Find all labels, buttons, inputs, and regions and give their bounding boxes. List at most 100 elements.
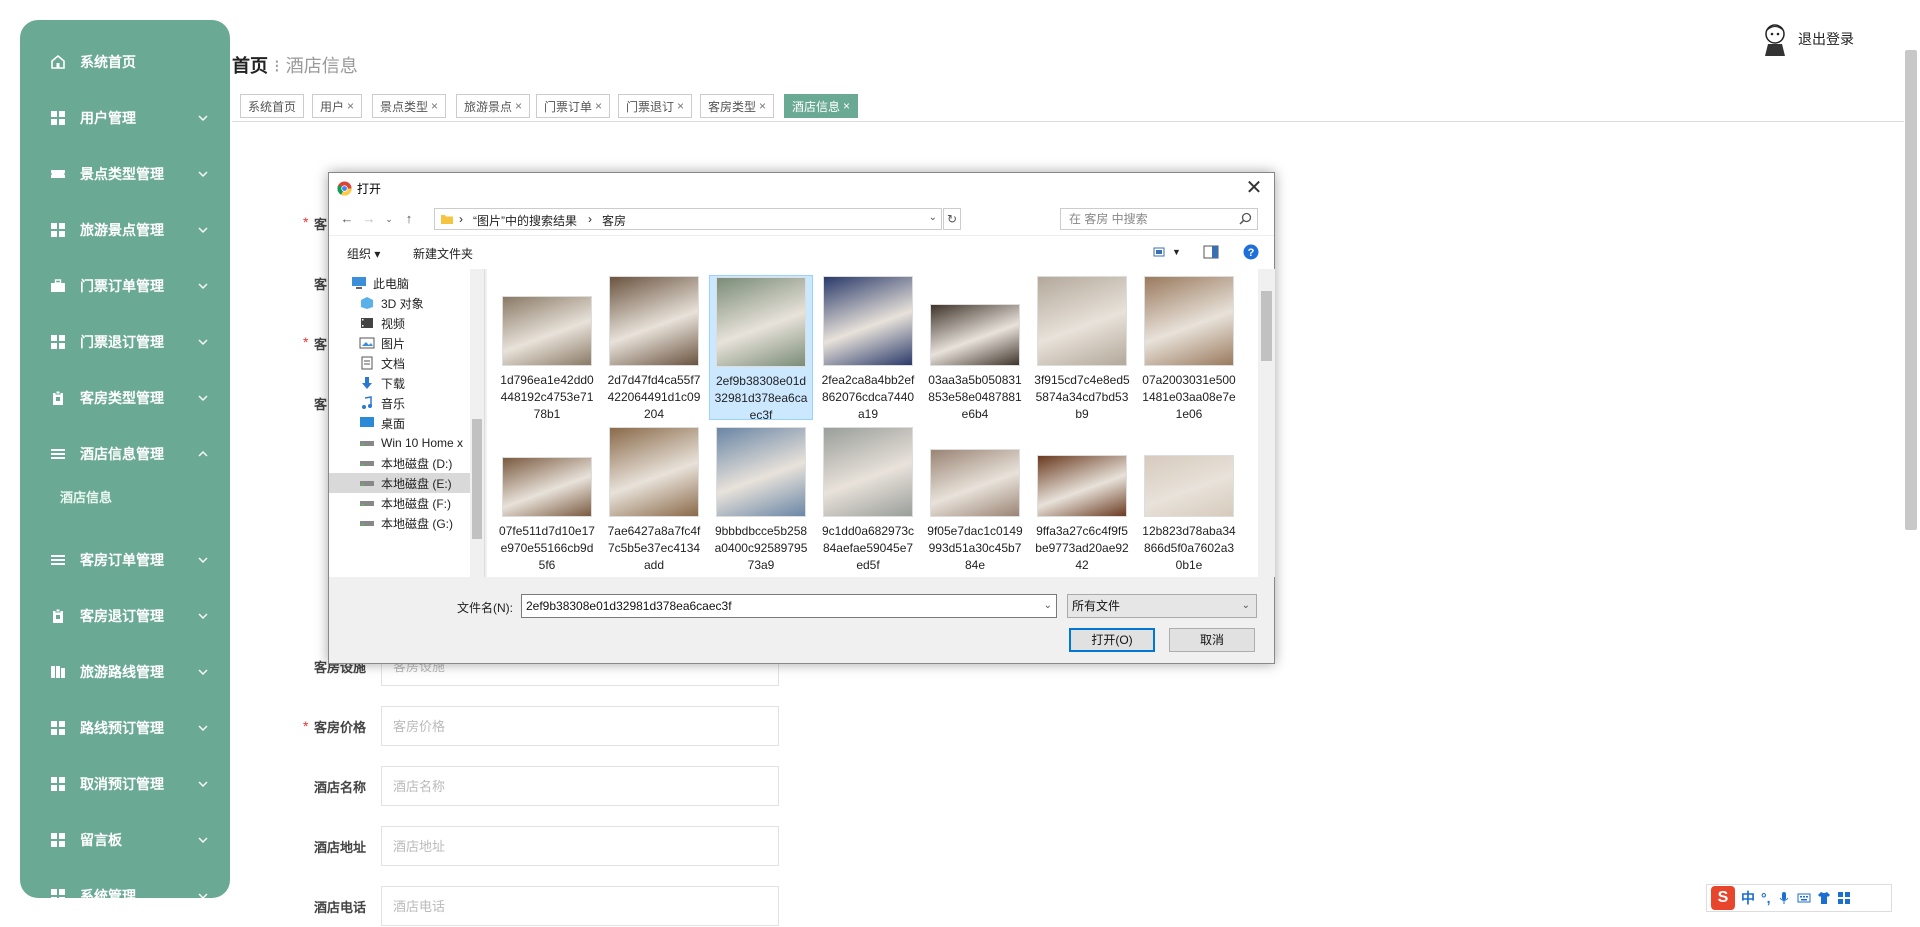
sidebar-item-5[interactable]: 门票退订管理: [20, 322, 230, 362]
close-icon[interactable]: ×: [843, 99, 850, 113]
tab-1[interactable]: 用户 ×: [312, 94, 363, 118]
nav-scroll-thumb[interactable]: [472, 419, 482, 539]
nav-item[interactable]: 音乐: [329, 393, 470, 413]
nav-item[interactable]: 文档: [329, 353, 470, 373]
sidebar-item-14[interactable]: 系统管理: [20, 876, 230, 898]
nav-item[interactable]: 图片: [329, 333, 470, 353]
file-item[interactable]: 2fea2ca8a4bb2ef862076cdca7440a19: [816, 275, 920, 421]
sidebar-item-2[interactable]: 景点类型管理: [20, 154, 230, 194]
logout-button[interactable]: 退出登录: [1798, 29, 1854, 49]
address-bar[interactable]: › “图片”中的搜索结果 › 客房 ⌄: [434, 208, 942, 230]
sidebar-subitem-hotel-info[interactable]: 酒店信息: [20, 476, 230, 516]
sidebar-item-6[interactable]: 客房类型管理: [20, 378, 230, 418]
sidebar-item-13[interactable]: 留言板: [20, 820, 230, 860]
organize-button[interactable]: 组织 ▾: [347, 245, 380, 262]
nav-item[interactable]: 本地磁盘 (E:): [329, 473, 470, 493]
close-icon[interactable]: ×: [677, 99, 684, 113]
nav-item[interactable]: 本地磁盘 (D:): [329, 453, 470, 473]
page-scrollbar[interactable]: [1905, 50, 1917, 530]
file-item[interactable]: 9bbbdbcce5b258a0400c9258979573a9: [709, 426, 813, 572]
forward-icon[interactable]: →: [360, 211, 378, 226]
recent-dropdown-icon[interactable]: ⌄: [380, 214, 398, 225]
refresh-icon[interactable]: ↻: [943, 208, 961, 230]
file-item[interactable]: 9c1dd0a682973c84aefae59045e7ed5f: [816, 426, 920, 572]
sidebar-item-4[interactable]: 门票订单管理: [20, 266, 230, 306]
cancel-button[interactable]: 取消: [1169, 628, 1255, 652]
file-item[interactable]: 03aa3a5b050831853e58e0487881e6b4: [923, 275, 1027, 421]
keyboard-icon[interactable]: [1797, 891, 1811, 905]
address-segment-search[interactable]: “图片”中的搜索结果: [473, 212, 577, 229]
sidebar-item-11[interactable]: 路线预订管理: [20, 708, 230, 748]
form-input[interactable]: 酒店电话: [381, 886, 779, 926]
avatar[interactable]: [1760, 22, 1790, 56]
new-folder-button[interactable]: 新建文件夹: [413, 245, 473, 262]
file-item[interactable]: 9ffa3a27c6c4f9f5be9773ad20ae9242: [1030, 426, 1134, 572]
sidebar-item-0[interactable]: 系统首页: [20, 42, 230, 82]
address-segment-folder[interactable]: 客房: [602, 212, 626, 229]
breadcrumb-home[interactable]: 首页: [232, 56, 268, 76]
close-icon[interactable]: ✕: [1242, 175, 1266, 200]
file-scroll-thumb[interactable]: [1261, 291, 1272, 361]
file-item[interactable]: 12b823d78aba34866d5f0a7602a30b1e: [1137, 426, 1241, 572]
tab-6[interactable]: 客房类型 ×: [700, 94, 775, 118]
sidebar-item-3[interactable]: 旅游景点管理: [20, 210, 230, 250]
nav-item[interactable]: 本地磁盘 (F:): [329, 493, 470, 513]
sidebar-item-7[interactable]: 酒店信息管理: [20, 434, 230, 474]
search-input[interactable]: 在 客房 中搜索: [1060, 208, 1258, 230]
sidebar-item-9[interactable]: 客房退订管理: [20, 596, 230, 636]
file-list-scrollbar[interactable]: [1258, 269, 1275, 577]
filename-input[interactable]: 2ef9b38308e01d32981d378ea6caec3f ⌄: [521, 594, 1057, 618]
file-item[interactable]: 07a2003031e5001481e03aa08e7e1e06: [1137, 275, 1241, 421]
file-item[interactable]: 07fe511d7d10e17e970e55166cb9d5f6: [495, 426, 599, 572]
microphone-icon[interactable]: [1777, 891, 1791, 905]
nav-scrollbar[interactable]: [470, 269, 484, 577]
chevron-down-icon[interactable]: ⌄: [1044, 595, 1052, 617]
file-item[interactable]: 2ef9b38308e01d32981d378ea6caec3f: [709, 275, 813, 422]
close-icon[interactable]: ×: [595, 99, 602, 113]
skin-shirt-icon[interactable]: [1817, 891, 1831, 905]
punctuation-icon[interactable]: °,: [1761, 890, 1771, 906]
up-icon[interactable]: ↑: [400, 211, 418, 226]
sidebar-item-1[interactable]: 用户管理: [20, 98, 230, 138]
nav-item[interactable]: 下载: [329, 373, 470, 393]
close-icon[interactable]: ×: [431, 99, 438, 113]
help-icon[interactable]: ?: [1243, 244, 1259, 260]
close-icon[interactable]: ×: [515, 99, 522, 113]
tab-3[interactable]: 旅游景点 ×: [456, 94, 531, 118]
form-input[interactable]: 客房价格: [381, 706, 779, 746]
view-dropdown-icon[interactable]: ▼: [1172, 247, 1181, 257]
back-icon[interactable]: ←: [338, 211, 356, 226]
nav-item[interactable]: 3D 对象: [329, 293, 470, 313]
file-item[interactable]: 9f05e7dac1c0149993d51a30c45b784e: [923, 426, 1027, 572]
tab-7[interactable]: 酒店信息 ×: [784, 94, 859, 118]
sidebar-item-8[interactable]: 客房订单管理: [20, 540, 230, 580]
file-item[interactable]: 7ae6427a8a7fc4f7c5b5e37ec4134add: [602, 426, 706, 572]
nav-item[interactable]: 本地磁盘 (G:): [329, 513, 470, 533]
tab-0[interactable]: 系统首页: [240, 94, 305, 118]
file-item[interactable]: 2d7d47fd4ca55f7422064491d1c09204: [602, 275, 706, 421]
ime-language-toggle[interactable]: 中: [1741, 888, 1755, 908]
close-icon[interactable]: ×: [759, 99, 766, 113]
nav-item[interactable]: 桌面: [329, 413, 470, 433]
preview-pane-icon[interactable]: [1203, 244, 1219, 260]
tab-2[interactable]: 景点类型 ×: [372, 94, 447, 118]
address-dropdown-icon[interactable]: ⌄: [929, 212, 937, 223]
nav-item[interactable]: Win 10 Home x: [329, 433, 470, 453]
file-item[interactable]: 3f915cd7c4e8ed55874a34cd7bd53b9: [1030, 275, 1134, 421]
sogou-logo-icon[interactable]: S: [1711, 886, 1735, 910]
close-icon[interactable]: ×: [347, 99, 354, 113]
open-button[interactable]: 打开(O): [1069, 628, 1155, 652]
sidebar-subitem-label: 酒店信息: [60, 489, 113, 505]
tab-5[interactable]: 门票退订 ×: [618, 94, 693, 118]
file-type-select[interactable]: 所有文件 ⌄: [1067, 594, 1257, 618]
toolbox-grid-icon[interactable]: [1837, 891, 1851, 905]
sidebar-item-10[interactable]: 旅游路线管理: [20, 652, 230, 692]
sidebar-item-12[interactable]: 取消预订管理: [20, 764, 230, 804]
form-input[interactable]: 酒店地址: [381, 826, 779, 866]
tab-4[interactable]: 门票订单 ×: [536, 94, 611, 118]
form-input[interactable]: 酒店名称: [381, 766, 779, 806]
nav-item[interactable]: 此电脑: [329, 273, 470, 293]
file-item[interactable]: 1d796ea1e42dd0448192c4753e7178b1: [495, 275, 599, 421]
view-options-icon[interactable]: [1153, 244, 1169, 260]
nav-item[interactable]: 视频: [329, 313, 470, 333]
